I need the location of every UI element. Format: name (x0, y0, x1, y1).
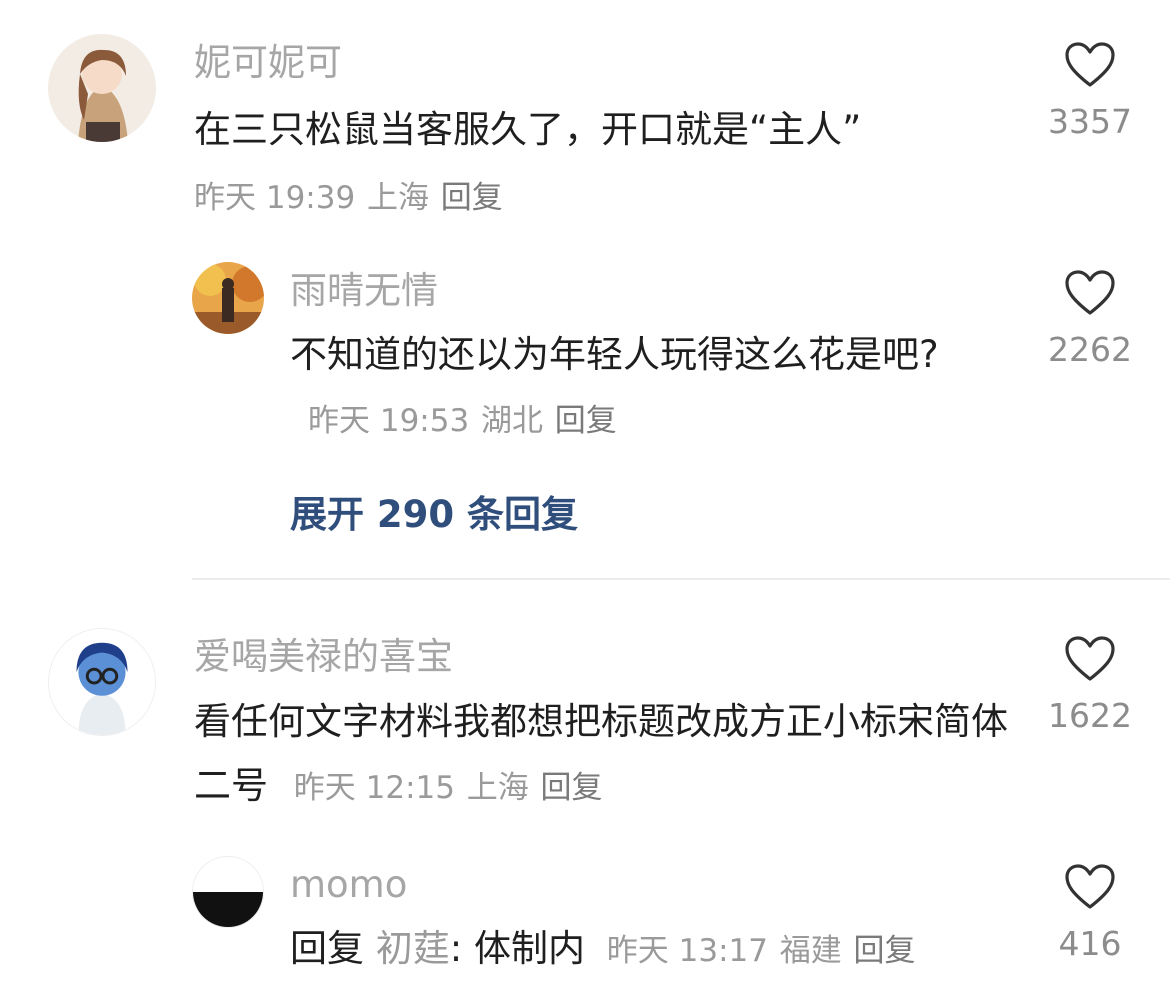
avatar-replier-1[interactable] (192, 262, 264, 334)
sadness-character-avatar-icon (49, 629, 155, 735)
comment-text: 在三只松鼠当客服久了，开口就是“主人” (194, 98, 1014, 162)
avatar-commenter-2[interactable] (48, 628, 156, 736)
replier-name[interactable]: momo (290, 866, 407, 903)
reply-body: 不知道的还以为年轻人玩得这么花是吧? (290, 333, 939, 376)
like-button[interactable]: 1622 (1040, 636, 1140, 735)
comment-body: 在三只松鼠当客服久了，开口就是“主人” (194, 108, 862, 151)
reply-button[interactable]: 回复 (555, 403, 617, 439)
comment-location: 上海 (466, 770, 529, 806)
black-white-avatar-icon (193, 857, 263, 927)
reply-button[interactable]: 回复 (854, 933, 916, 969)
autumn-painting-avatar-icon (192, 262, 264, 334)
commenter-name[interactable]: 爱喝美禄的喜宝 (194, 638, 453, 675)
commenter-name[interactable]: 妮可妮可 (194, 44, 342, 81)
like-count: 2262 (1048, 330, 1132, 369)
reply-location: 湖北 (480, 403, 543, 439)
expand-replies-link[interactable]: 展开 290 条回复 (290, 484, 578, 538)
comment-location: 上海 (366, 180, 429, 216)
reply-button[interactable]: 回复 (541, 770, 603, 806)
reply-time: 昨天 13:17 (606, 933, 768, 969)
comment-meta: 昨天 19:39 上海 回复 (194, 164, 503, 230)
comment-time: 昨天 12:15 (293, 770, 455, 806)
reply-text: 回复 初莛: 体制内 昨天 13:17 福建 回复 (290, 917, 1030, 983)
replier-name[interactable]: 雨晴无情 (290, 272, 438, 309)
avatar-replier-2[interactable] (192, 856, 264, 928)
like-button[interactable]: 2262 (1040, 270, 1140, 369)
heart-icon (1065, 864, 1115, 909)
reply-text: 不知道的还以为年轻人玩得这么花是吧? 昨天 19:53 湖北 回复 (290, 323, 990, 453)
reply-time: 昨天 19:53 (308, 403, 470, 439)
reply-prefix: 回复 (290, 927, 364, 970)
like-count: 1622 (1048, 696, 1132, 735)
reply-to-name[interactable]: 初莛 (376, 927, 450, 970)
reply-body: : 体制内 (449, 927, 585, 970)
like-button[interactable]: 416 (1040, 864, 1140, 963)
like-count: 416 (1058, 924, 1122, 963)
reply-location: 福建 (779, 933, 842, 969)
comment-text: 看任何文字材料我都想把标题改成方正小标宋简体二号 昨天 12:15 上海 回复 (194, 690, 1014, 820)
like-count: 3357 (1048, 102, 1132, 141)
anime-girl-avatar-icon (48, 34, 156, 142)
heart-icon (1065, 270, 1115, 315)
reply-button[interactable]: 回复 (441, 180, 503, 216)
like-button[interactable]: 3357 (1040, 42, 1140, 141)
heart-icon (1065, 42, 1115, 87)
avatar-commenter-1[interactable] (48, 34, 156, 142)
comment-time: 昨天 19:39 (194, 180, 356, 216)
comment-divider (192, 578, 1170, 580)
heart-icon (1065, 636, 1115, 681)
